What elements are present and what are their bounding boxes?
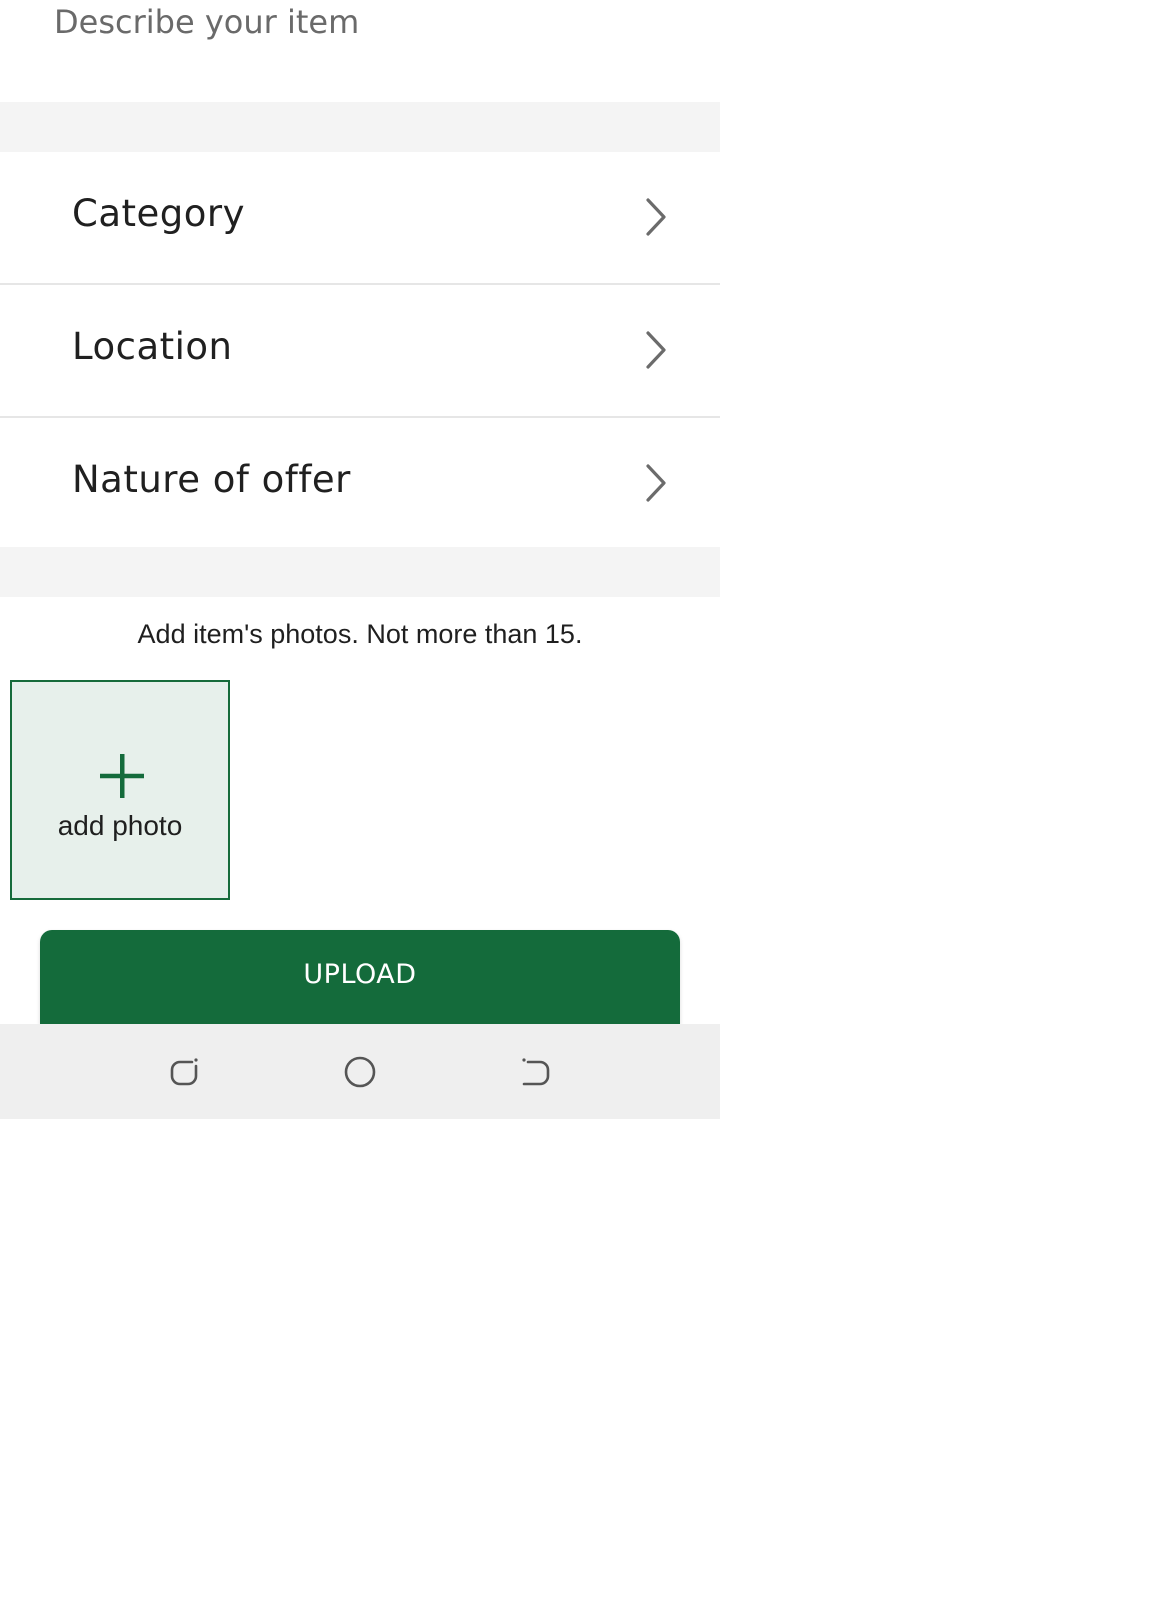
category-label: Category	[72, 192, 246, 235]
recents-icon[interactable]	[162, 1050, 206, 1094]
describe-row	[0, 0, 720, 102]
nature-of-offer-row[interactable]: Nature of offer	[0, 418, 720, 551]
nature-of-offer-label: Nature of offer	[72, 458, 351, 501]
chevron-right-icon	[646, 331, 666, 369]
back-icon[interactable]	[514, 1050, 558, 1094]
category-row[interactable]: Category	[0, 152, 720, 285]
location-row[interactable]: Location	[0, 285, 720, 418]
add-photo-label: add photo	[57, 810, 183, 841]
chevron-right-icon	[646, 198, 666, 236]
section-divider	[0, 547, 720, 597]
post-item-screen: Category Location Nature of offer Add it…	[0, 0, 720, 1119]
item-options-list: Category Location Nature of offer	[0, 152, 720, 551]
photos-instruction: Add item's photos. Not more than 15.	[137, 619, 583, 649]
describe-item-input[interactable]	[54, 0, 654, 44]
home-icon[interactable]	[338, 1050, 382, 1094]
chevron-right-icon	[646, 464, 666, 502]
upload-button[interactable]: UPLOAD	[40, 930, 680, 1024]
location-label: Location	[72, 325, 233, 368]
section-divider	[0, 102, 720, 152]
system-navigation-bar	[0, 1024, 720, 1119]
plus-icon	[100, 754, 144, 798]
add-photo-button[interactable]: add photo	[10, 680, 230, 900]
